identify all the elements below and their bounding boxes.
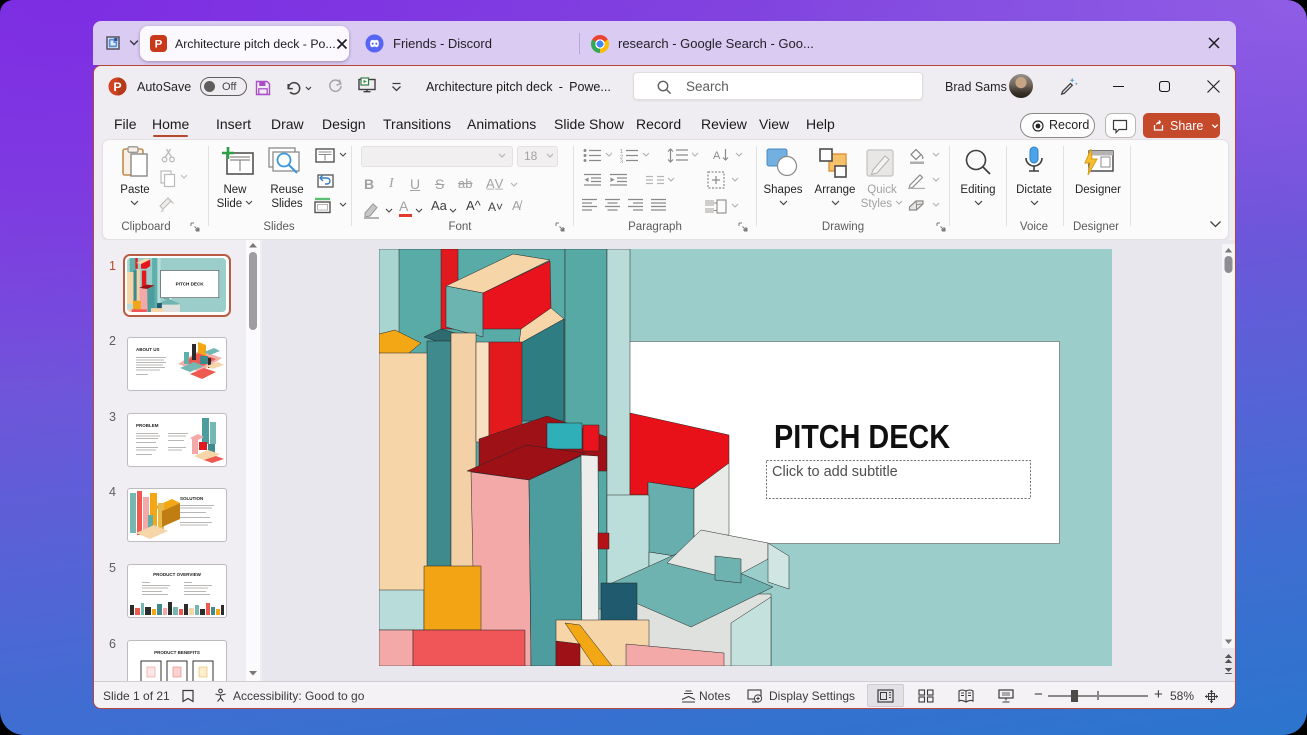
svg-text:ABOUT US: ABOUT US [136, 347, 160, 352]
svg-text:PITCH DECK: PITCH DECK [176, 282, 205, 287]
svg-text:PROBLEM: PROBLEM [136, 423, 159, 428]
svg-text:Click to add subtitle: Click to add subtitle [772, 464, 898, 480]
svg-text:A: A [713, 150, 721, 162]
svg-text:PITCH DECK: PITCH DECK [774, 418, 950, 455]
svg-text:SOLUTION: SOLUTION [180, 496, 203, 501]
svg-text:PRODUCT OVERVIEW: PRODUCT OVERVIEW [153, 572, 201, 577]
svg-text:3: 3 [620, 160, 623, 164]
svg-text:PRODUCT BENEFITS: PRODUCT BENEFITS [154, 650, 200, 655]
svg-text:P: P [113, 80, 121, 94]
svg-text:P: P [155, 39, 163, 51]
